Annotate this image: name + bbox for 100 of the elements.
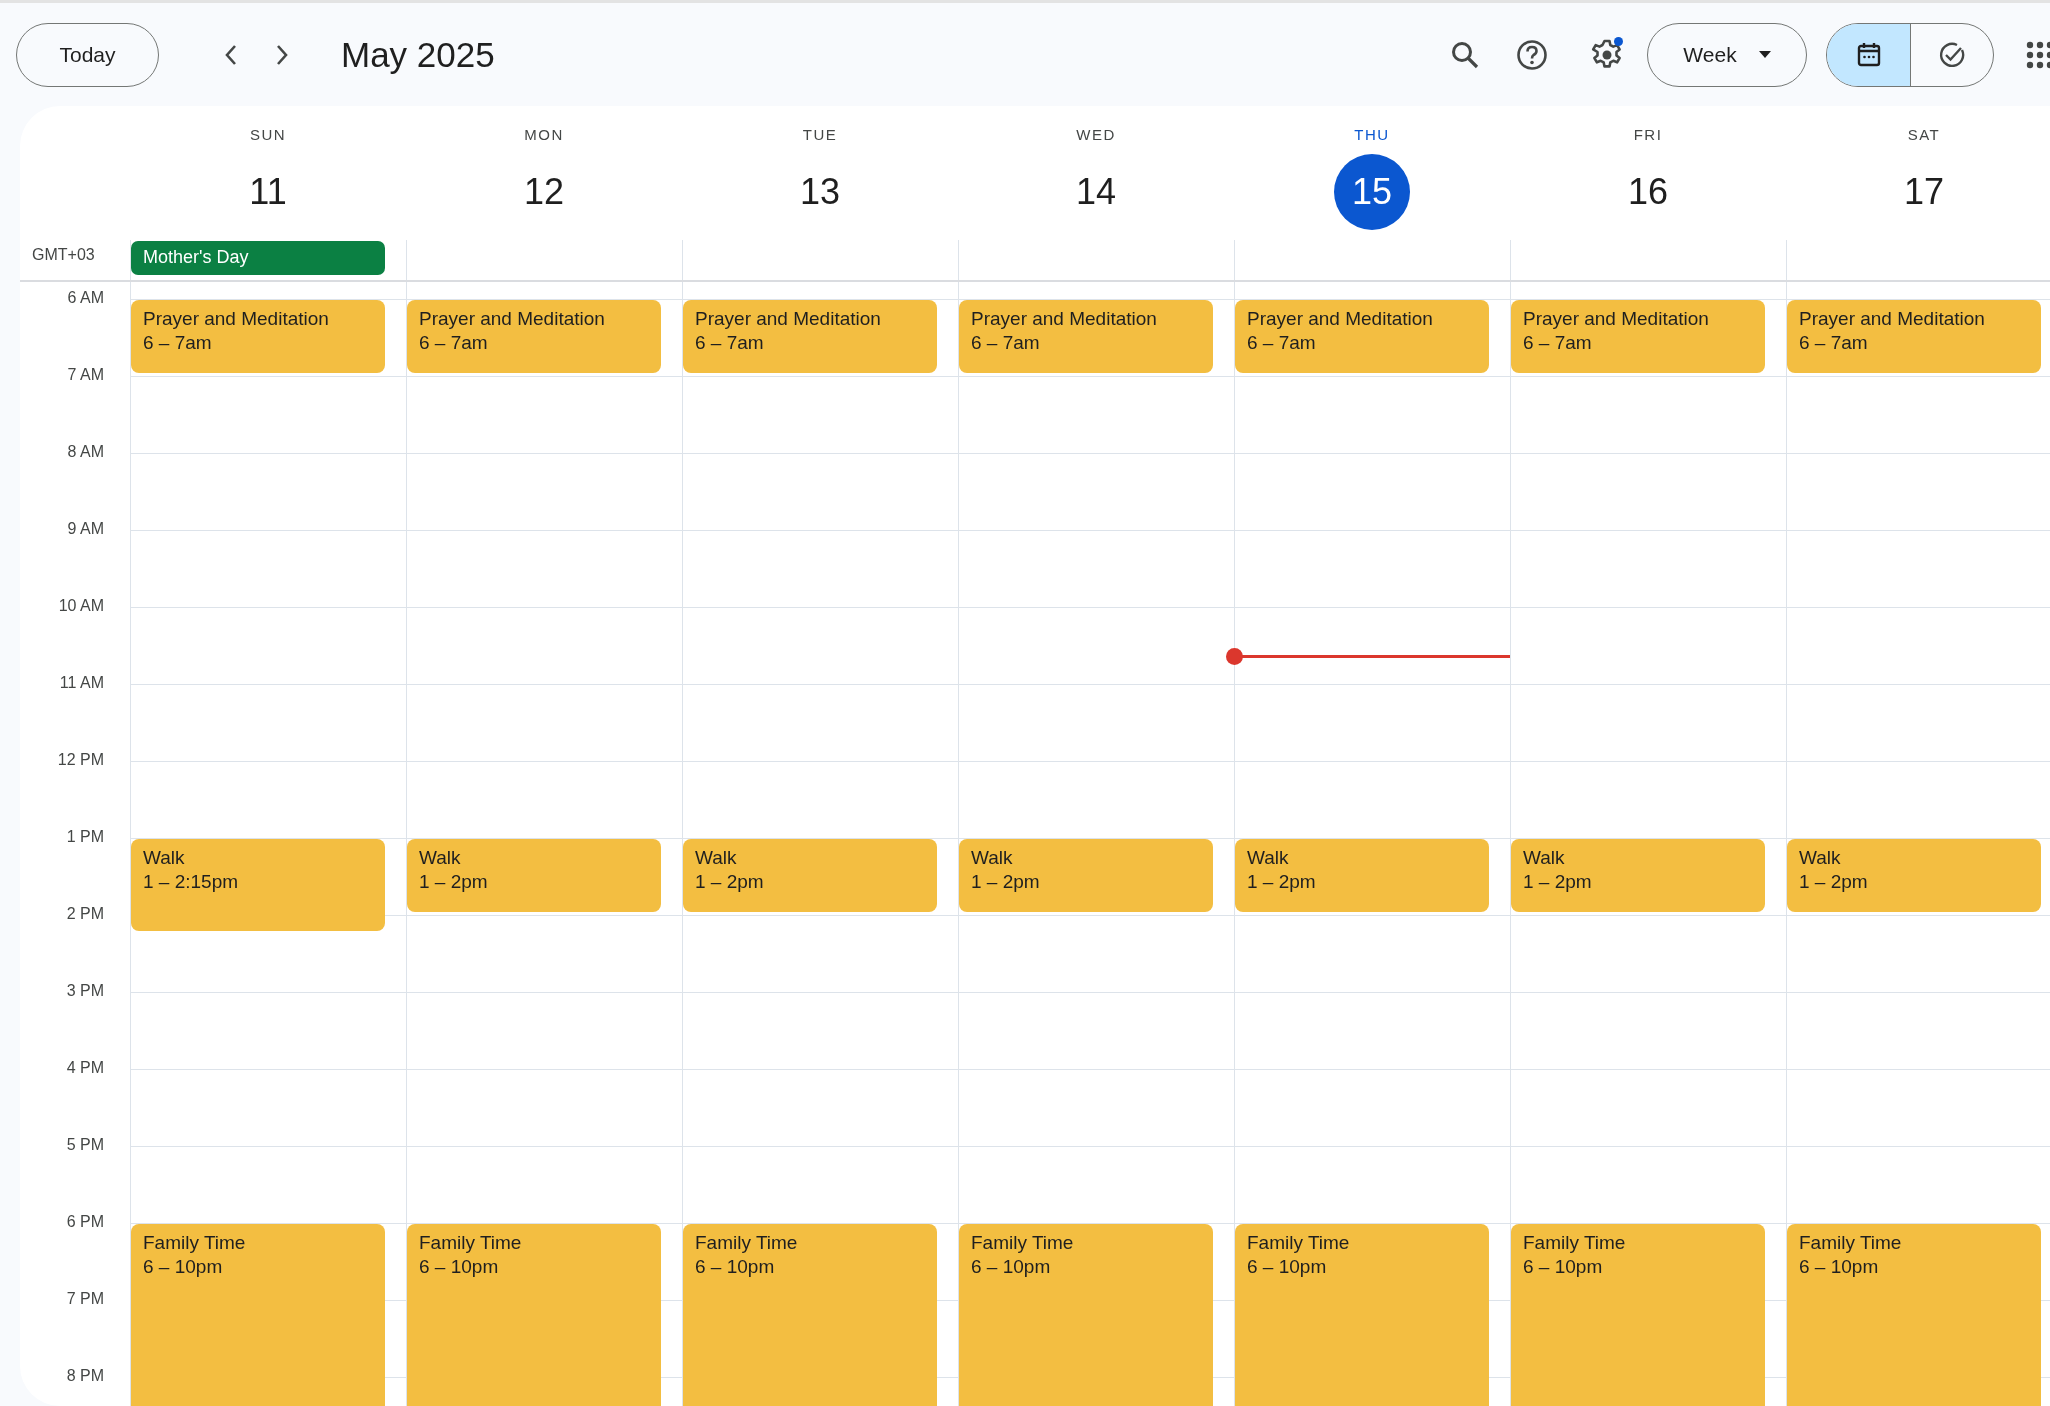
weekday-label: SUN [249, 125, 287, 145]
weekday-label: FRI [1633, 125, 1663, 145]
event-card[interactable]: Prayer and Meditation 6 – 7am [683, 300, 937, 373]
event-card[interactable]: Walk 1 – 2pm [407, 839, 661, 912]
event-card[interactable]: Family Time 6 – 10pm [131, 1224, 385, 1406]
event-title: Prayer and Meditation [1247, 307, 1434, 331]
date-number[interactable]: 17 [1886, 154, 1962, 230]
date-number[interactable]: 13 [782, 154, 858, 230]
event-card[interactable]: Walk 1 – 2:15pm [131, 839, 385, 932]
hour-label: 5 PM [66, 1136, 104, 1153]
hour-label: 4 PM [66, 1059, 104, 1076]
event-title: Family Time [695, 1231, 799, 1255]
event-title: Prayer and Meditation [971, 307, 1158, 331]
event-time: 1 – 2pm [1523, 870, 1593, 894]
date-number[interactable]: 15 [1334, 154, 1410, 230]
current-time-dot [1226, 647, 1243, 665]
date-number[interactable]: 14 [1058, 154, 1134, 230]
search-icon [1450, 39, 1480, 70]
event-title: Walk [1799, 846, 1842, 870]
event-time: 6 – 7am [419, 331, 489, 355]
event-time: 6 – 10pm [1247, 1255, 1328, 1279]
event-time: 1 – 2pm [1799, 870, 1869, 894]
chevron-left-icon [224, 43, 238, 66]
apps-grid-icon [2026, 40, 2050, 69]
event-time: 6 – 7am [1523, 331, 1593, 355]
date-number[interactable]: 11 [230, 154, 306, 230]
hour-label: 7 PM [66, 1290, 104, 1307]
event-time: 6 – 10pm [1523, 1255, 1604, 1279]
caret-down-icon [1758, 51, 1771, 58]
event-title: Family Time [419, 1231, 523, 1255]
event-card[interactable]: Walk 1 – 2pm [1235, 839, 1489, 912]
event-title: Family Time [143, 1231, 247, 1255]
help-icon [1516, 38, 1548, 71]
event-card[interactable]: Prayer and Meditation 6 – 7am [1235, 300, 1489, 373]
weekday-label: THU [1354, 125, 1390, 145]
event-title: Family Time [1523, 1231, 1627, 1255]
event-title: Walk [1523, 846, 1566, 870]
event-time: 6 – 7am [695, 331, 765, 355]
event-title: Family Time [1247, 1231, 1351, 1255]
check-circle-icon [1938, 40, 1966, 69]
hour-label: 3 PM [66, 982, 104, 999]
event-title: Walk [419, 846, 462, 870]
hour-label: 11 AM [59, 674, 104, 691]
event-card[interactable]: Family Time 6 – 10pm [1787, 1224, 2041, 1406]
event-time: 6 – 7am [1799, 331, 1869, 355]
event-card[interactable]: Family Time 6 – 10pm [959, 1224, 1213, 1406]
event-card[interactable]: Walk 1 – 2pm [683, 839, 937, 912]
event-card[interactable]: Family Time 6 – 10pm [1235, 1224, 1489, 1406]
event-time: 6 – 7am [1247, 331, 1317, 355]
event-time: 6 – 7am [143, 331, 213, 355]
event-card[interactable]: Prayer and Meditation 6 – 7am [131, 300, 385, 373]
hour-label: 2 PM [66, 905, 104, 922]
settings-icon [1591, 38, 1623, 71]
hour-label: 12 PM [57, 751, 104, 768]
event-card[interactable]: Walk 1 – 2pm [1787, 839, 2041, 912]
event-title: Family Time [971, 1231, 1075, 1255]
event-card[interactable]: Prayer and Meditation 6 – 7am [407, 300, 661, 373]
event-title: Walk [971, 846, 1014, 870]
weekday-label: MON [524, 125, 564, 145]
event-time: 1 – 2pm [971, 870, 1041, 894]
hour-label: 8 AM [67, 443, 104, 460]
timezone-label: GMT+03 [32, 246, 95, 263]
event-card[interactable]: Prayer and Meditation 6 – 7am [1511, 300, 1765, 373]
event-title: Prayer and Meditation [695, 307, 882, 331]
weekday-label: TUE [802, 125, 838, 145]
month-title: May 2025 [341, 34, 495, 75]
hour-label: 6 PM [66, 1213, 104, 1230]
event-time: 1 – 2pm [1247, 870, 1317, 894]
event-card[interactable]: Walk 1 – 2pm [1511, 839, 1765, 912]
hour-label: 9 AM [67, 520, 104, 537]
event-time: 6 – 7am [971, 331, 1041, 355]
date-number[interactable]: 12 [506, 154, 582, 230]
event-title: Walk [695, 846, 738, 870]
event-time: 6 – 10pm [143, 1255, 224, 1279]
hour-label: 8 PM [66, 1367, 104, 1384]
event-card[interactable]: Family Time 6 – 10pm [683, 1224, 937, 1406]
event-title: Prayer and Meditation [143, 307, 330, 331]
event-time: 6 – 10pm [1799, 1255, 1880, 1279]
all-day-event[interactable]: Mother's Day [131, 241, 385, 275]
event-title: Walk [143, 846, 186, 870]
event-card[interactable]: Prayer and Meditation 6 – 7am [1787, 300, 2041, 373]
event-card[interactable]: Walk 1 – 2pm [959, 839, 1213, 912]
event-title: Prayer and Meditation [1799, 307, 1986, 331]
event-title: Prayer and Meditation [1523, 307, 1710, 331]
calendar-view-button[interactable] [1827, 23, 1910, 86]
event-title: Family Time [1799, 1231, 1903, 1255]
chevron-right-icon [275, 43, 289, 66]
event-card[interactable]: Prayer and Meditation 6 – 7am [959, 300, 1213, 373]
event-title: Walk [1247, 846, 1290, 870]
hour-label: 6 AM [67, 289, 104, 306]
hour-label: 7 AM [67, 366, 104, 383]
event-time: 6 – 10pm [695, 1255, 776, 1279]
event-time: 1 – 2pm [419, 870, 489, 894]
date-number[interactable]: 16 [1610, 154, 1686, 230]
hour-label: 10 AM [58, 597, 104, 614]
event-card[interactable]: Family Time 6 – 10pm [1511, 1224, 1765, 1406]
event-time: 6 – 10pm [971, 1255, 1052, 1279]
weekday-label: SAT [1907, 125, 1941, 145]
event-time: 6 – 10pm [419, 1255, 500, 1279]
event-card[interactable]: Family Time 6 – 10pm [407, 1224, 661, 1406]
